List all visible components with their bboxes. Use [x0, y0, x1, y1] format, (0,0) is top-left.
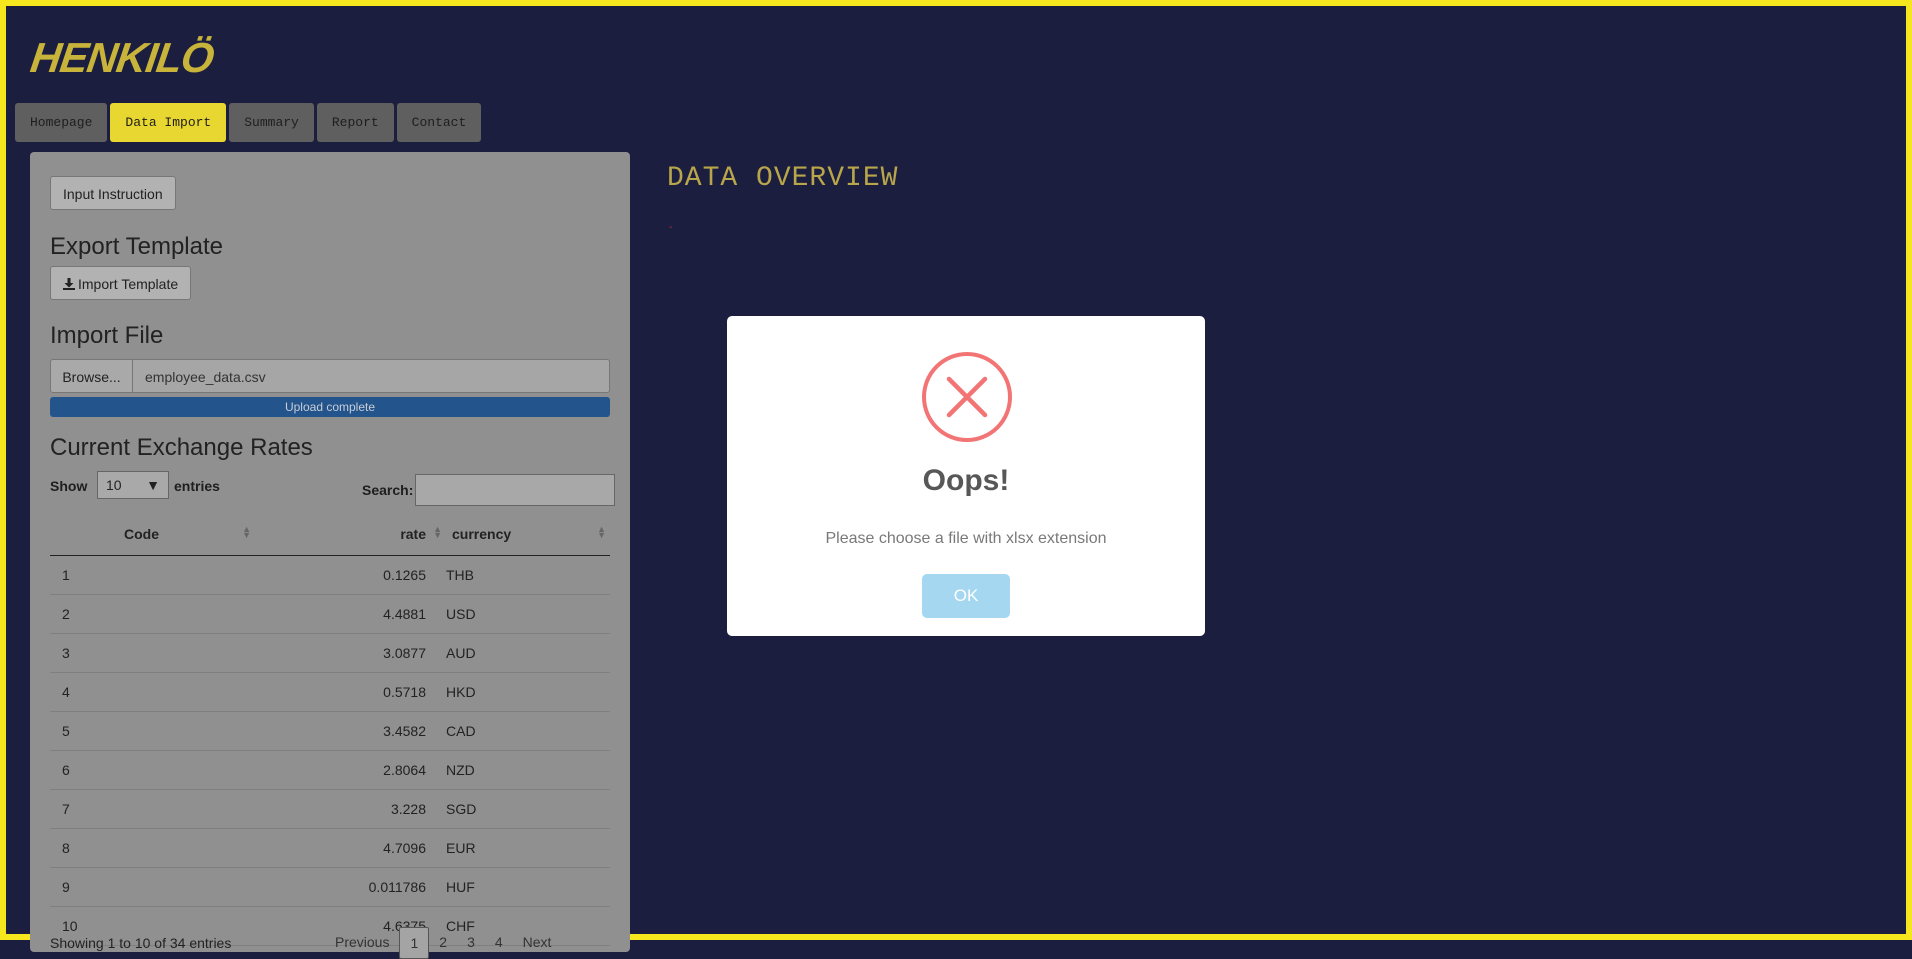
pager-page-4[interactable]: 4	[485, 927, 513, 957]
file-name-field[interactable]: employee_data.csv	[133, 359, 610, 393]
currency-header[interactable]: currency ▲ ▼	[444, 512, 610, 556]
table-info: Showing 1 to 10 of 34 entries	[50, 935, 232, 951]
sidebar-panel: Input Instruction Export Template Import…	[30, 152, 630, 959]
tab-data-import[interactable]: Data Import	[110, 103, 227, 142]
row-code	[123, 633, 255, 673]
show-label: Show	[50, 478, 88, 494]
browse-button[interactable]: Browse...	[50, 359, 133, 393]
row-code	[123, 828, 255, 868]
import-file-heading: Import File	[50, 322, 164, 349]
upload-progress-bar: Upload complete	[50, 397, 610, 417]
row-currency: USD	[444, 594, 610, 634]
row-currency: HUF	[444, 867, 610, 907]
row-rate: 3.0877	[255, 633, 444, 673]
download-icon	[63, 278, 75, 290]
pager-page-3[interactable]: 3	[457, 927, 485, 957]
row-rate: 0.1265	[255, 555, 444, 595]
row-currency: SGD	[444, 789, 610, 829]
nav-bar: Homepage Data Import Summary Report Cont…	[15, 103, 482, 142]
tab-summary[interactable]: Summary	[229, 103, 314, 142]
row-index: 3	[50, 633, 123, 673]
row-currency: CAD	[444, 711, 610, 751]
ok-button[interactable]: OK	[922, 574, 1010, 618]
code-header-label: Code	[124, 525, 159, 542]
code-header[interactable]: Code ▲ ▼	[123, 512, 255, 556]
row-rate: 0.5718	[255, 672, 444, 712]
row-rate: 4.7096	[255, 828, 444, 868]
row-index: 5	[50, 711, 123, 751]
error-x-icon	[922, 352, 1012, 442]
input-instruction-button[interactable]: Input Instruction	[50, 176, 176, 210]
exchange-rates-heading: Current Exchange Rates	[50, 434, 313, 461]
import-template-label: Import Template	[78, 276, 179, 292]
row-index: 1	[50, 555, 123, 595]
row-code	[123, 789, 255, 829]
dialog-message: Please choose a file with xlsx extension	[825, 530, 1107, 547]
row-index: 7	[50, 789, 123, 829]
row-rate: 0.011786	[255, 867, 444, 907]
row-index: 8	[50, 828, 123, 868]
row-code	[123, 867, 255, 907]
row-currency: EUR	[444, 828, 610, 868]
search-label: Search:	[362, 482, 414, 498]
index-header	[50, 512, 123, 556]
table-row: 4 0.5718 HKD	[50, 672, 610, 712]
row-rate: 3.228	[255, 789, 444, 829]
row-code	[123, 711, 255, 751]
caret-down-icon: ▼	[146, 477, 160, 493]
row-code	[123, 555, 255, 595]
dialog-title: Oops!	[922, 464, 1010, 497]
table-row: 1 0.1265 THB	[50, 555, 610, 595]
row-index: 9	[50, 867, 123, 907]
row-currency: AUD	[444, 633, 610, 673]
export-template-heading: Export Template	[50, 233, 223, 260]
status-marker: -	[669, 222, 673, 233]
pager-page-1[interactable]: 1	[399, 927, 430, 959]
table-row: 3 3.0877 AUD	[50, 633, 610, 673]
tab-report[interactable]: Report	[316, 103, 394, 142]
currency-header-label: currency	[452, 525, 512, 542]
rate-header-label: rate	[400, 525, 426, 542]
page-length-select[interactable]: 10 ▼	[97, 471, 169, 499]
row-currency: HKD	[444, 672, 610, 712]
file-input: Browse... employee_data.csv	[50, 359, 610, 393]
brand-logo: HENKILÖ	[27, 34, 217, 81]
sort-icon: ▲ ▼	[242, 524, 251, 540]
row-code	[123, 594, 255, 634]
rate-header[interactable]: rate ▲ ▼	[255, 512, 444, 556]
row-index: 6	[50, 750, 123, 790]
row-currency: THB	[444, 555, 610, 595]
pagination: Previous 1 2 3 4 Next	[325, 927, 561, 959]
error-dialog: Oops! Please choose a file with xlsx ext…	[727, 316, 1205, 636]
search-input[interactable]	[415, 474, 615, 506]
sort-icon: ▲ ▼	[597, 524, 606, 540]
pager-previous[interactable]: Previous	[325, 927, 399, 957]
entries-label: entries	[174, 478, 220, 494]
row-index: 2	[50, 594, 123, 634]
page-title: DATA OVERVIEW	[667, 163, 899, 194]
exchange-rates-table: Code ▲ ▼ rate ▲ ▼ currency ▲ ▼ 1 0.1265 THB 2…	[50, 512, 610, 946]
import-template-button[interactable]: Import Template	[50, 266, 192, 300]
table-row: 2 4.4881 USD	[50, 594, 610, 634]
row-index: 4	[50, 672, 123, 712]
row-rate: 4.4881	[255, 594, 444, 634]
row-code	[123, 672, 255, 712]
table-row: 8 4.7096 EUR	[50, 828, 610, 868]
upload-status-text: Upload complete	[284, 400, 376, 414]
page-length-value: 10	[106, 477, 122, 493]
row-rate: 3.4582	[255, 711, 444, 751]
row-code	[123, 750, 255, 790]
table-row: 9 0.011786 HUF	[50, 867, 610, 907]
sort-icon: ▲ ▼	[433, 524, 442, 540]
table-row: 7 3.228 SGD	[50, 789, 610, 829]
row-rate: 2.8064	[255, 750, 444, 790]
table-row: 5 3.4582 CAD	[50, 711, 610, 751]
row-currency: NZD	[444, 750, 610, 790]
table-header-row: Code ▲ ▼ rate ▲ ▼ currency ▲ ▼	[50, 512, 610, 556]
pager-page-2[interactable]: 2	[429, 927, 457, 957]
tab-contact[interactable]: Contact	[396, 103, 482, 142]
pager-next[interactable]: Next	[513, 927, 562, 957]
table-row: 6 2.8064 NZD	[50, 750, 610, 790]
tab-homepage[interactable]: Homepage	[15, 103, 108, 142]
